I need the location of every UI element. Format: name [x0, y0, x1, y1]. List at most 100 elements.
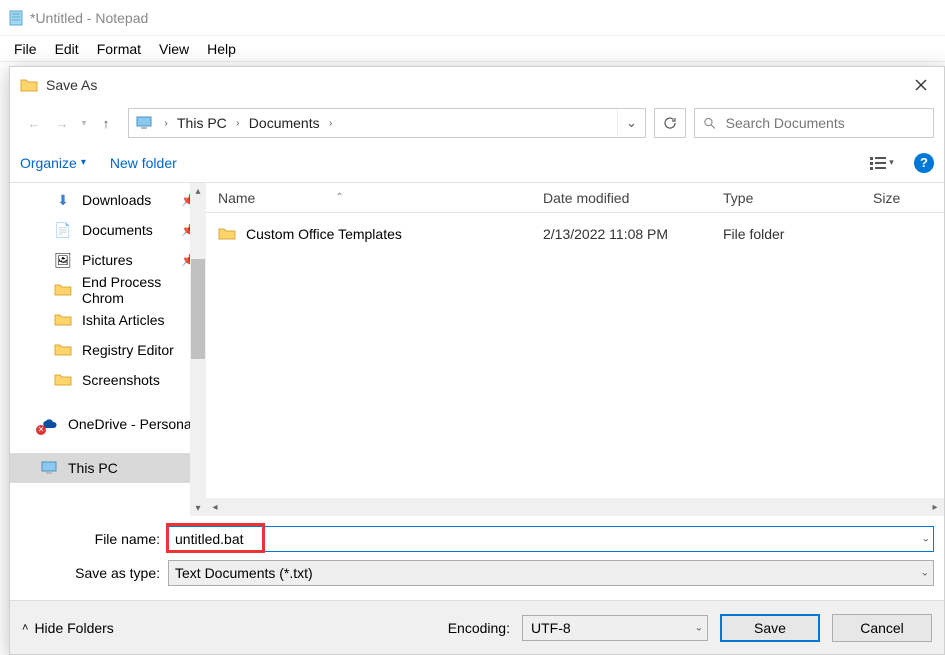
savetype-combo[interactable]: Text Documents (*.txt) ⌄ — [168, 560, 934, 586]
folder-open-icon — [20, 76, 38, 94]
scroll-left-icon[interactable]: ◂ — [206, 498, 224, 516]
menu-edit[interactable]: Edit — [47, 39, 87, 59]
dialog-title-bar: Save As — [10, 67, 944, 103]
chevron-right-icon[interactable]: › — [231, 118, 245, 129]
chevron-right-icon[interactable]: › — [324, 118, 338, 129]
recent-dropdown[interactable]: ▾ — [76, 108, 92, 138]
menu-view[interactable]: View — [151, 39, 197, 59]
chevron-up-icon: ˄ — [22, 622, 28, 634]
tree-folder-endprocess[interactable]: End Process Chrom — [10, 275, 206, 305]
header-name[interactable]: Name ⌃ — [206, 183, 531, 212]
notepad-title: *Untitled - Notepad — [30, 10, 148, 26]
tree-label: End Process Chrom — [82, 274, 206, 306]
forward-button[interactable]: → — [48, 108, 76, 138]
new-folder-label: New folder — [110, 155, 177, 171]
close-icon — [915, 79, 927, 91]
hide-folders-label: Hide Folders — [34, 620, 113, 636]
tree-folder-screenshots[interactable]: Screenshots — [10, 365, 206, 395]
tree-label: Screenshots — [82, 372, 160, 388]
encoding-value: UTF-8 — [531, 620, 571, 636]
folder-icon — [54, 311, 72, 329]
menu-file[interactable]: File — [6, 39, 45, 59]
save-as-dialog: Save As ← → ▾ ↑ › This PC › Documents › … — [9, 66, 945, 655]
refresh-icon — [663, 116, 677, 130]
tree-pictures[interactable]: 🖼 Pictures 📌 — [10, 245, 206, 275]
close-button[interactable] — [898, 67, 944, 103]
hide-folders-button[interactable]: ˄ Hide Folders — [22, 620, 114, 636]
documents-icon: 📄 — [54, 221, 72, 239]
cancel-label: Cancel — [860, 620, 904, 636]
folder-icon — [54, 281, 72, 299]
scroll-right-icon[interactable]: ▸ — [926, 498, 944, 516]
dialog-title: Save As — [46, 77, 898, 93]
breadcrumb[interactable]: › This PC › Documents › ⌄ — [128, 108, 646, 138]
chevron-down-icon: ▾ — [889, 157, 894, 168]
back-button[interactable]: ← — [20, 108, 48, 138]
tree-scrollbar[interactable]: ▴ ▾ — [190, 183, 206, 516]
save-label: Save — [754, 620, 786, 636]
menu-help[interactable]: Help — [199, 39, 244, 59]
header-name-label: Name — [218, 190, 255, 206]
chevron-down-icon: ⌄ — [921, 568, 929, 579]
refresh-button[interactable] — [654, 108, 686, 138]
filename-input[interactable] — [169, 531, 933, 547]
tree-label: This PC — [68, 460, 118, 476]
tree-label: Pictures — [82, 252, 133, 268]
tree-documents[interactable]: 📄 Documents 📌 — [10, 215, 206, 245]
encoding-combo[interactable]: UTF-8 ⌄ — [522, 615, 708, 641]
notepad-icon — [8, 10, 24, 26]
tree-folder-registry[interactable]: Registry Editor — [10, 335, 206, 365]
row-name: Custom Office Templates — [246, 226, 402, 242]
tree-label: Downloads — [82, 192, 151, 208]
notepad-menu-bar: File Edit Format View Help — [0, 36, 945, 62]
horizontal-scrollbar[interactable]: ◂ ▸ — [206, 498, 944, 516]
folder-icon — [218, 225, 236, 243]
menu-format[interactable]: Format — [89, 39, 149, 59]
breadcrumb-dropdown[interactable]: ⌄ — [617, 109, 645, 137]
cancel-button[interactable]: Cancel — [832, 614, 932, 642]
scroll-thumb[interactable] — [191, 259, 205, 359]
navigation-tree: ⬇ Downloads 📌 📄 Documents 📌 🖼 Pictures 📌 — [10, 183, 206, 516]
search-input[interactable] — [724, 114, 925, 132]
up-button[interactable]: ↑ — [92, 108, 120, 138]
navigation-row: ← → ▾ ↑ › This PC › Documents › ⌄ — [10, 103, 944, 143]
tree-label: Documents — [82, 222, 153, 238]
tree-label: Registry Editor — [82, 342, 174, 358]
pc-icon — [40, 459, 58, 477]
organize-button[interactable]: Organize ▾ — [20, 155, 86, 171]
pc-icon — [135, 114, 153, 132]
pictures-icon: 🖼 — [54, 251, 72, 269]
chevron-down-icon[interactable]: ⌄ — [922, 534, 930, 545]
breadcrumb-documents[interactable]: Documents — [245, 115, 324, 131]
view-options-button[interactable]: ▾ — [862, 151, 902, 175]
breadcrumb-this-pc[interactable]: This PC — [173, 115, 231, 131]
downloads-icon: ⬇ — [54, 191, 72, 209]
tree-label: Ishita Articles — [82, 312, 164, 328]
chevron-down-icon: ⌄ — [695, 622, 703, 633]
folder-icon — [54, 341, 72, 359]
save-button[interactable]: Save — [720, 614, 820, 642]
header-type[interactable]: Type — [711, 183, 861, 212]
new-folder-button[interactable]: New folder — [110, 155, 177, 171]
header-date[interactable]: Date modified — [531, 183, 711, 212]
filename-field[interactable]: ⌄ — [168, 526, 934, 552]
row-type: File folder — [711, 226, 861, 242]
header-size[interactable]: Size — [861, 183, 921, 212]
help-button[interactable]: ? — [914, 153, 934, 173]
tree-label: OneDrive - Personal — [68, 416, 195, 432]
form-area: File name: ⌄ Save as type: Text Document… — [10, 516, 944, 600]
tree-onedrive[interactable]: ✕ OneDrive - Personal — [10, 409, 206, 439]
organize-label: Organize — [20, 155, 77, 171]
savetype-label: Save as type: — [20, 565, 168, 581]
list-item[interactable]: Custom Office Templates 2/13/2022 11:08 … — [206, 219, 944, 249]
search-box[interactable] — [694, 108, 934, 138]
scroll-down-icon[interactable]: ▾ — [190, 500, 206, 516]
dialog-footer: ˄ Hide Folders Encoding: UTF-8 ⌄ Save Ca… — [10, 600, 944, 654]
chevron-right-icon[interactable]: › — [159, 118, 173, 129]
tree-this-pc[interactable]: This PC — [10, 453, 206, 483]
savetype-value: Text Documents (*.txt) — [175, 565, 313, 581]
folder-icon — [54, 371, 72, 389]
tree-folder-ishita[interactable]: Ishita Articles — [10, 305, 206, 335]
scroll-up-icon[interactable]: ▴ — [190, 183, 206, 199]
tree-downloads[interactable]: ⬇ Downloads 📌 — [10, 185, 206, 215]
